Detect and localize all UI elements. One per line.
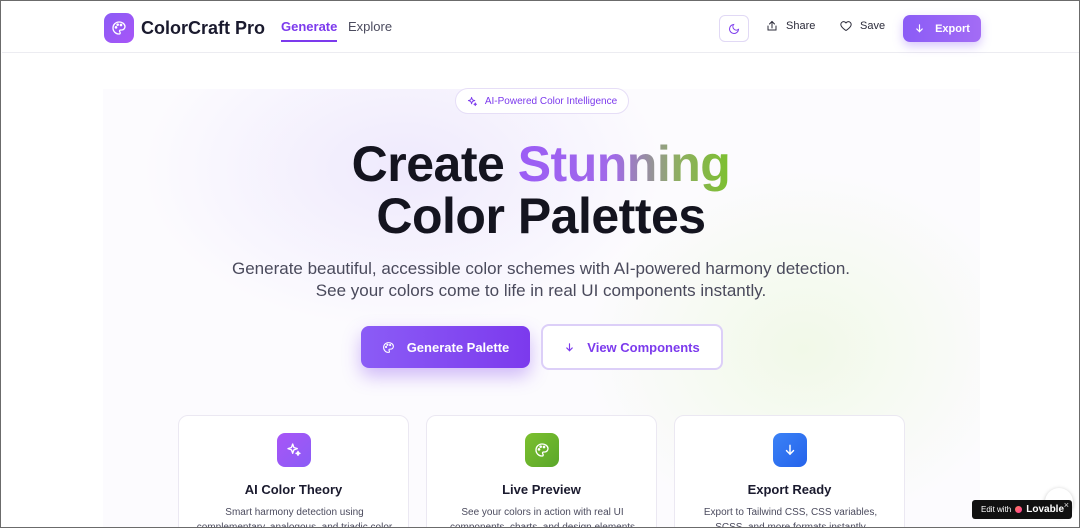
share-label: Share <box>786 20 816 32</box>
feature-description: Smart harmony detection using complement… <box>196 507 393 528</box>
arrow-down-icon <box>566 342 574 352</box>
palette-icon <box>525 433 559 467</box>
hero-title-highlight: Stunning <box>517 136 731 192</box>
share-button[interactable]: Share <box>766 20 815 32</box>
lovable-heart-icon <box>1015 506 1023 513</box>
hero-title-line1: Create Stunning <box>1 136 1079 192</box>
brand-name[interactable]: ColorCraft Pro <box>141 18 265 39</box>
generate-palette-label: Generate Palette <box>406 339 510 355</box>
edit-with-lovable-badge[interactable]: Edit with Lovable × <box>972 500 1072 519</box>
moon-icon <box>729 23 740 34</box>
close-icon[interactable]: × <box>1064 500 1069 510</box>
sparkles-icon <box>467 96 477 106</box>
app-window: ColorCraft Pro Generate Explore Share Sa… <box>0 0 1080 528</box>
export-button[interactable]: Export <box>903 15 981 42</box>
save-button[interactable]: Save <box>840 20 885 32</box>
share-icon <box>767 20 777 31</box>
view-components-label: View Components <box>587 339 700 355</box>
nav-tab-explore[interactable]: Explore <box>348 19 392 34</box>
badge-text: AI-Powered Color Intelligence <box>484 95 618 107</box>
top-nav-bar: ColorCraft Pro Generate Explore Share Sa… <box>2 2 1079 53</box>
hero-subtitle-line2: See your colors come to life in real UI … <box>315 281 767 300</box>
hero-title-part1: Create <box>351 136 518 192</box>
feature-description: See your colors in action with real UI c… <box>449 507 636 528</box>
feature-title: Export Ready <box>747 482 832 497</box>
heart-icon <box>840 21 852 31</box>
feature-title: Live Preview <box>502 482 581 497</box>
feature-title: AI Color Theory <box>244 482 343 497</box>
feature-description: Export to Tailwind CSS, CSS variables, S… <box>703 507 878 528</box>
save-label: Save <box>860 20 886 32</box>
arrow-down-icon <box>773 433 807 467</box>
sparkles-icon <box>277 433 311 467</box>
feature-card-ai-color-theory: AI Color Theory Smart harmony detection … <box>178 415 409 528</box>
lovable-brand: Lovable <box>1026 504 1065 515</box>
feature-card-live-preview: Live Preview See your colors in action w… <box>426 415 657 528</box>
lovable-prefix: Edit with <box>981 505 1012 514</box>
ai-badge: AI-Powered Color Intelligence <box>455 88 629 114</box>
hero-subtitle-line1: Generate beautiful, accessible color sch… <box>232 259 850 278</box>
view-components-button[interactable]: View Components <box>541 324 723 370</box>
palette-icon <box>382 341 394 353</box>
download-icon <box>916 24 923 33</box>
palette-logo-icon[interactable] <box>104 13 134 43</box>
hero-title-line2: Color Palettes <box>376 188 706 244</box>
export-label: Export <box>935 22 970 35</box>
generate-palette-button[interactable]: Generate Palette <box>361 326 530 368</box>
nav-tab-generate[interactable]: Generate <box>281 19 338 42</box>
theme-toggle-button[interactable] <box>719 15 749 42</box>
feature-card-export-ready: Export Ready Export to Tailwind CSS, CSS… <box>674 415 905 528</box>
